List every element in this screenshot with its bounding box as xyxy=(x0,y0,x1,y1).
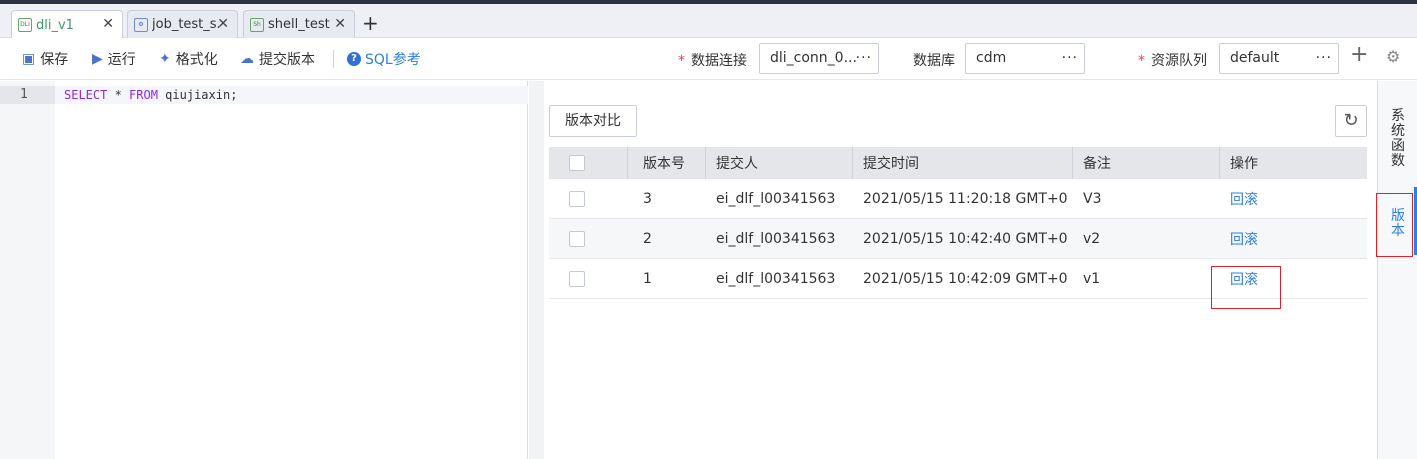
tab-label: shell_test xyxy=(268,17,330,32)
header-action: 操作 xyxy=(1230,156,1258,172)
resource-queue-label: * 资源队列 xyxy=(1138,53,1207,69)
format-button[interactable]: ✦ 格式化 xyxy=(159,49,218,69)
plus-icon[interactable]: + xyxy=(1350,44,1368,66)
system-functions-tab[interactable]: 系 统 函 数 xyxy=(1378,109,1417,169)
tab-bar: DLI dli_v1 ✕ ⚙ job_test_s... ✕ Sh shell_… xyxy=(0,4,1417,39)
tab-label: dli_v1 xyxy=(36,17,74,33)
toolbar: ▣ 保存 ▶ 运行 ✦ 格式化 ☁ 提交版本 ? SQL参考 * 数据连接 dli… xyxy=(0,38,1417,80)
row-checkbox[interactable] xyxy=(569,230,585,247)
version-number: 3 xyxy=(643,190,652,207)
line-number: 1 xyxy=(0,86,55,104)
data-connection-label: * 数据连接 xyxy=(678,53,747,69)
rollback-highlight-box xyxy=(1211,266,1281,309)
tab-shell-test[interactable]: Sh shell_test ✕ xyxy=(243,10,355,38)
table-header: 版本号 提交人 提交时间 备注 操作 xyxy=(549,147,1367,179)
help-icon: ? xyxy=(347,52,361,66)
panel-divider[interactable] xyxy=(529,81,544,459)
note: v1 xyxy=(1083,270,1101,287)
right-sidebar: 系 统 函 数 版 本 xyxy=(1377,81,1417,459)
row-checkbox[interactable] xyxy=(569,190,585,207)
tab-label: job_test_s... xyxy=(152,17,222,32)
gear-icon[interactable]: ⚙ xyxy=(1386,47,1400,66)
note: v2 xyxy=(1083,230,1101,247)
refresh-icon: ↻ xyxy=(1343,110,1359,131)
note: V3 xyxy=(1083,190,1102,207)
sql-reference-link[interactable]: ? SQL参考 xyxy=(347,49,421,69)
more-icon: ··· xyxy=(1315,50,1332,66)
close-icon[interactable]: ✕ xyxy=(217,17,229,31)
rollback-link[interactable]: 回滚 xyxy=(1230,179,1258,218)
line-gutter xyxy=(0,81,55,459)
submitter: ei_dlf_l00341563 xyxy=(716,190,836,207)
header-time: 提交时间 xyxy=(863,156,919,172)
code-line[interactable]: SELECT * FROM qiujiaxin; xyxy=(55,86,528,104)
version-tab-highlight-box xyxy=(1376,193,1413,257)
play-icon: ▶ xyxy=(92,51,103,67)
save-button[interactable]: ▣ 保存 xyxy=(22,49,68,69)
magic-wand-icon: ✦ xyxy=(159,51,171,67)
close-icon[interactable]: ✕ xyxy=(102,17,114,31)
cloud-upload-icon: ☁ xyxy=(240,51,254,67)
resource-queue-select[interactable]: default ··· xyxy=(1219,43,1339,74)
shell-file-icon: Sh xyxy=(250,17,264,32)
submit-time: 2021/05/15 10:42:40 GMT+08... xyxy=(863,230,1068,247)
table-row: 3 ei_dlf_l00341563 2021/05/15 11:20:18 G… xyxy=(549,179,1367,219)
table-row: 2 ei_dlf_l00341563 2021/05/15 10:42:40 G… xyxy=(549,219,1367,259)
select-all-checkbox-cell xyxy=(569,147,585,179)
version-number: 2 xyxy=(643,230,652,247)
header-version: 版本号 xyxy=(643,156,685,172)
submit-version-button[interactable]: ☁ 提交版本 xyxy=(240,49,315,69)
tab-job-test[interactable]: ⚙ job_test_s... ✕ xyxy=(127,10,238,38)
run-button[interactable]: ▶ 运行 xyxy=(92,49,136,69)
submit-time: 2021/05/15 10:42:09 GMT+08... xyxy=(863,270,1068,287)
database-select[interactable]: cdm ··· xyxy=(965,43,1085,74)
version-compare-button[interactable]: 版本对比 xyxy=(549,105,637,137)
more-icon: ··· xyxy=(855,50,872,66)
select-all-checkbox[interactable] xyxy=(569,155,585,171)
rollback-link[interactable]: 回滚 xyxy=(1230,219,1258,258)
refresh-button[interactable]: ↻ xyxy=(1335,105,1367,137)
job-file-icon: ⚙ xyxy=(134,17,148,32)
data-connection-select[interactable]: dli_conn_0... ··· xyxy=(759,43,879,74)
add-tab-icon[interactable]: + xyxy=(362,13,379,33)
sql-editor[interactable]: 1 SELECT * FROM qiujiaxin; xyxy=(0,81,528,459)
submitter: ei_dlf_l00341563 xyxy=(716,270,836,287)
dli-file-icon: DLI xyxy=(18,18,32,32)
toolbar-divider xyxy=(333,50,334,68)
submitter: ei_dlf_l00341563 xyxy=(716,230,836,247)
save-icon: ▣ xyxy=(22,51,36,67)
close-icon[interactable]: ✕ xyxy=(334,17,346,31)
database-label: 数据库 xyxy=(913,53,955,69)
header-submitter: 提交人 xyxy=(716,156,758,172)
version-number: 1 xyxy=(643,270,652,287)
header-note: 备注 xyxy=(1083,156,1111,172)
submit-time: 2021/05/15 11:20:18 GMT+08... xyxy=(863,190,1068,207)
row-checkbox[interactable] xyxy=(569,270,585,287)
tab-dli-v1[interactable]: DLI dli_v1 ✕ xyxy=(11,10,123,39)
more-icon: ··· xyxy=(1061,50,1078,66)
